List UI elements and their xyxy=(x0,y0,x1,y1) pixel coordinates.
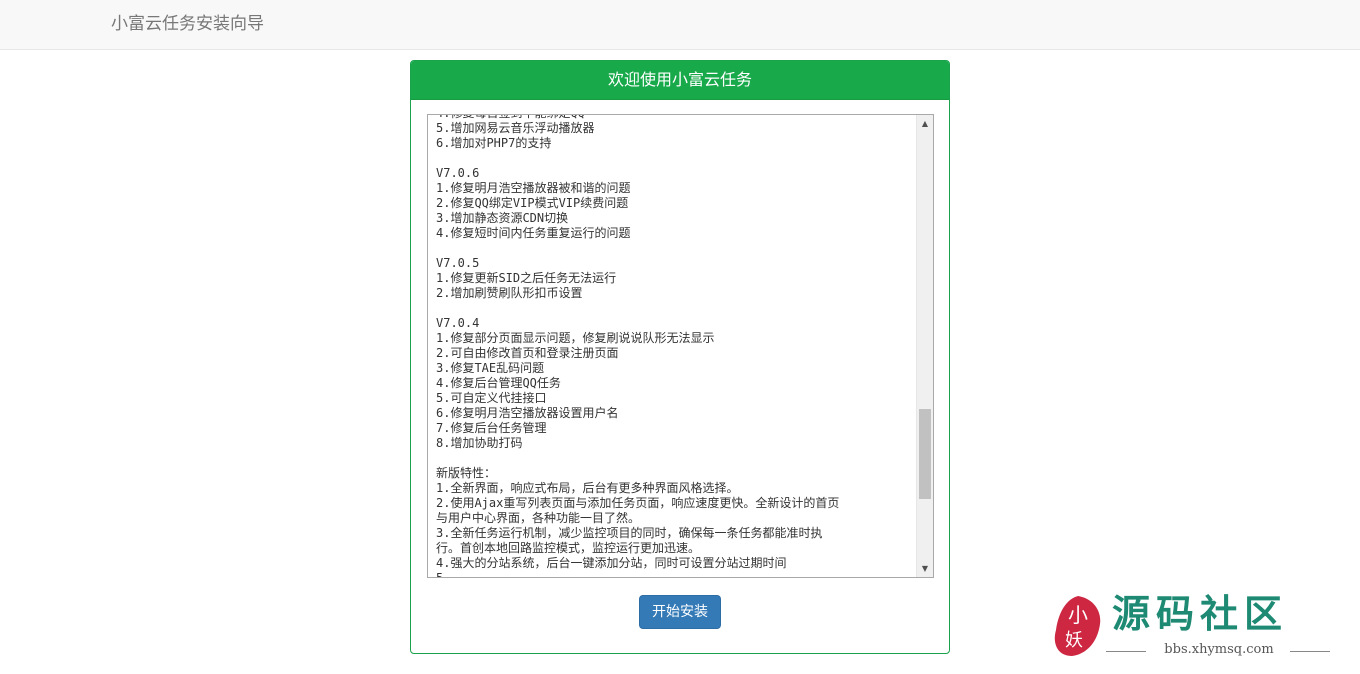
watermark-title: 源码社区 xyxy=(1112,592,1289,636)
scroll-up-arrow-icon[interactable]: ▲ xyxy=(917,115,933,132)
changelog-text: 4.修复每日签到不能绑定QQ5.增加网易云音乐浮动播放器6.增加对PHP7的支持… xyxy=(436,115,916,578)
changelog-line: 1.全新界面，响应式布局，后台有更多种界面风格选择。 xyxy=(436,481,739,495)
changelog-line: 3.全新任务运行机制，减少监控项目的同时，确保每一条任务都能准时执 xyxy=(436,526,823,540)
changelog-line: 2.使用Ajax重写列表页面与添加任务页面，响应速度更快。全新设计的首页 xyxy=(436,496,840,510)
seal-logo-icon: 小 妖 xyxy=(1054,596,1101,656)
changelog-line: 4.修复每日签到不能绑定QQ xyxy=(436,115,916,121)
seal-char-1: 小 xyxy=(1068,603,1088,627)
navbar-brand[interactable]: 小富云任务安装向导 xyxy=(111,13,264,35)
watermark-url: bbs.xhymsq.com xyxy=(1164,642,1274,657)
changelog-line: 4.修复短时间内任务重复运行的问题 xyxy=(436,226,631,240)
changelog-textarea[interactable]: 4.修复每日签到不能绑定QQ5.增加网易云音乐浮动播放器6.增加对PHP7的支持… xyxy=(427,114,934,578)
changelog-scrollbar[interactable]: ▲ ▼ xyxy=(916,115,933,577)
scroll-down-arrow-icon[interactable]: ▼ xyxy=(917,560,933,577)
seal-char-2: 妖 xyxy=(1065,630,1083,651)
watermark-divider-right xyxy=(1290,651,1330,652)
watermark-logo: 小 妖 源码社区 bbs.xhymsq.com xyxy=(1044,588,1334,664)
panel-title: 欢迎使用小富云任务 xyxy=(411,61,949,100)
changelog-line: 7.修复后台任务管理 xyxy=(436,421,547,435)
scroll-thumb[interactable] xyxy=(919,409,931,499)
changelog-line: 6.增加对PHP7的支持 xyxy=(436,136,552,150)
changelog-line: 1.修复明月浩空播放器被和谐的问题 xyxy=(436,181,631,195)
changelog-line: 3.增加静态资源CDN切换 xyxy=(436,211,569,225)
changelog-line: 5.可自定义代挂接口 xyxy=(436,391,547,405)
changelog-line: 5.…………………………………………………………………… xyxy=(436,571,639,578)
changelog-line: 6.修复明月浩空播放器设置用户名 xyxy=(436,406,619,420)
changelog-line xyxy=(436,151,916,166)
changelog-line: 4.强大的分站系统，后台一键添加分站，同时可设置分站过期时间 xyxy=(436,556,787,570)
changelog-line xyxy=(436,241,916,256)
changelog-line xyxy=(436,301,916,316)
changelog-line: 1.修复部分页面显示问题，修复刷说说队形无法显示 xyxy=(436,331,715,345)
changelog-line: 4.修复后台管理QQ任务 xyxy=(436,376,561,390)
changelog-line: 2.增加刷赞刷队形扣币设置 xyxy=(436,286,583,300)
changelog-line: 8.增加协助打码 xyxy=(436,436,523,450)
changelog-line: 1.修复更新SID之后任务无法运行 xyxy=(436,271,617,285)
changelog-line: 与用户中心界面，各种功能一目了然。 xyxy=(436,511,641,525)
top-navbar: 小富云任务安装向导 xyxy=(0,0,1360,50)
install-panel: 欢迎使用小富云任务 4.修复每日签到不能绑定QQ5.增加网易云音乐浮动播放器6.… xyxy=(410,60,950,654)
changelog-line: V7.0.4 xyxy=(436,316,480,330)
changelog-line: 新版特性： xyxy=(436,466,497,480)
start-install-button[interactable]: 开始安装 xyxy=(639,595,721,629)
changelog-line: 5.增加网易云音乐浮动播放器 xyxy=(436,121,595,135)
changelog-line: 行。首创本地回路监控模式，监控运行更加迅速。 xyxy=(436,541,701,555)
changelog-line: 2.可自由修改首页和登录注册页面 xyxy=(436,346,619,360)
changelog-line: V7.0.5 xyxy=(436,256,480,270)
changelog-line xyxy=(436,451,916,466)
changelog-line: V7.0.6 xyxy=(436,166,480,180)
changelog-line: 3.修复TAE乱码问题 xyxy=(436,361,545,375)
changelog-line: 2.修复QQ绑定VIP模式VIP续费问题 xyxy=(436,196,629,210)
